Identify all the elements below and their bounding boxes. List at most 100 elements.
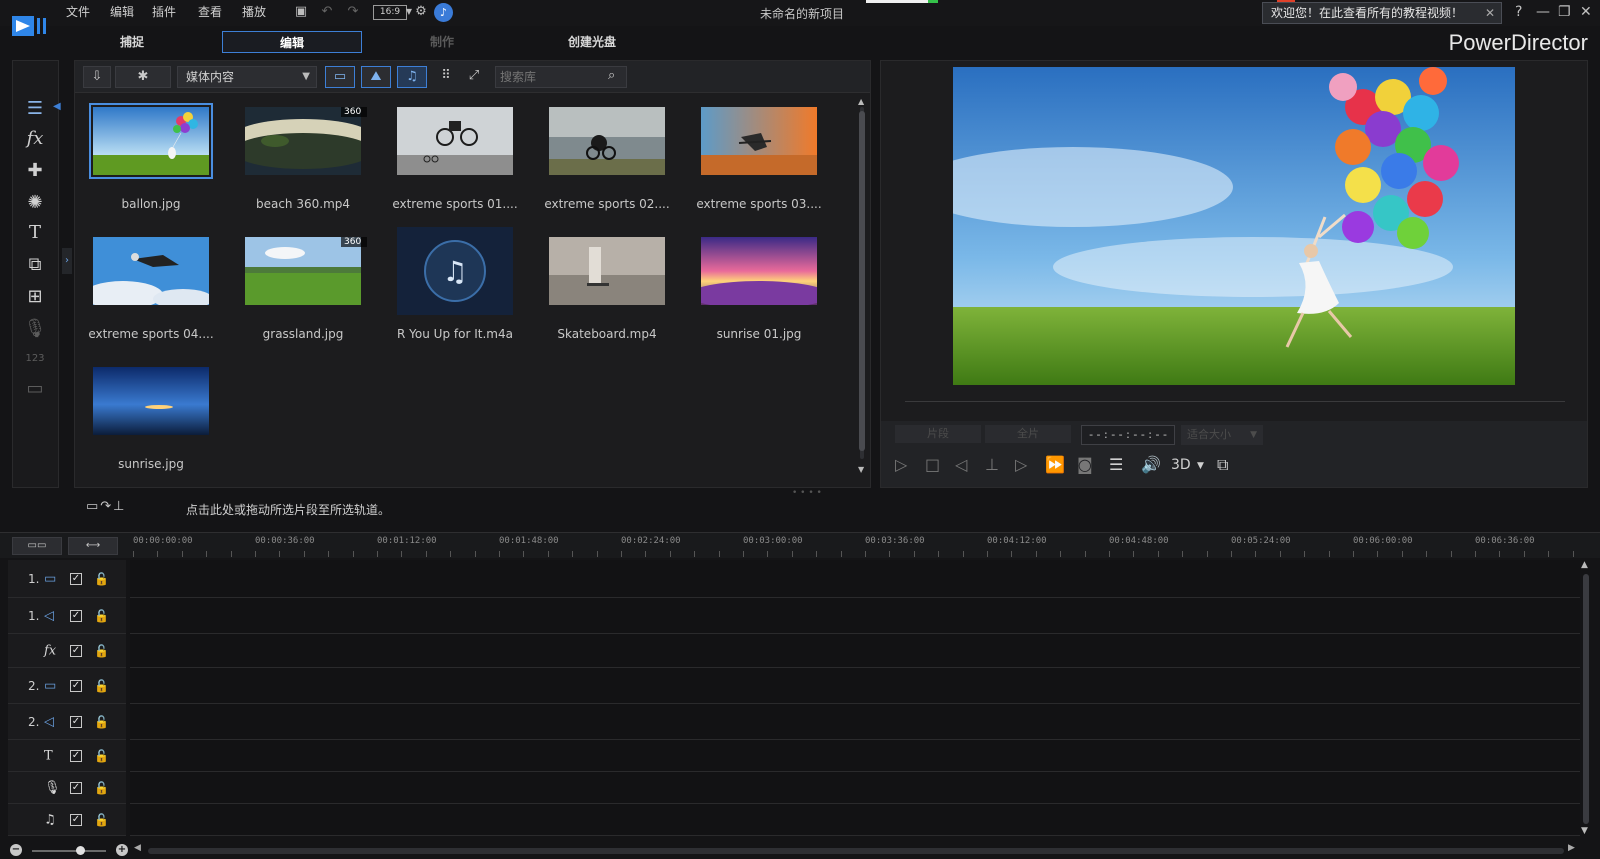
thumbnail-grassland[interactable] xyxy=(245,237,361,305)
lock-icon[interactable]: 🔓 xyxy=(94,609,109,623)
chevron-down-icon[interactable]: ▼ xyxy=(1250,425,1257,445)
grid-view-icon[interactable]: ⠿ xyxy=(435,66,457,88)
welcome-banner[interactable]: 欢迎您！在此查看所有的教程视频！ ✕ xyxy=(1262,2,1502,24)
track-enable-checkbox[interactable]: ✓ xyxy=(70,679,82,692)
lock-icon[interactable]: 🔓 xyxy=(94,749,109,763)
voice-over-room-icon[interactable]: 🎙 xyxy=(23,317,47,341)
filter-audio-button[interactable]: ♫ xyxy=(397,66,427,88)
library-item[interactable]: extreme sports 04.... xyxy=(87,237,215,357)
library-item[interactable]: extreme sports 02.... xyxy=(543,107,671,227)
menu-edit[interactable]: 编辑 xyxy=(110,3,134,20)
thumbnail-beach-360[interactable] xyxy=(245,107,361,175)
track-lane[interactable] xyxy=(130,704,1580,740)
particle-room-icon[interactable]: ✺ xyxy=(23,191,47,215)
scroll-thumb[interactable] xyxy=(1583,574,1589,824)
track-enable-checkbox[interactable]: ✓ xyxy=(70,572,82,585)
clip-mode-button[interactable]: 片段 xyxy=(895,425,981,443)
zoom-slider[interactable] xyxy=(32,850,106,852)
thumbnail-extreme-sports-02[interactable] xyxy=(549,107,665,175)
track-enable-checkbox[interactable]: ✓ xyxy=(70,644,82,657)
scroll-up-icon[interactable]: ▲ xyxy=(858,97,864,106)
insert-options-icon[interactable]: ▭↷⊥ xyxy=(86,499,127,514)
thumbnail-sunrise[interactable] xyxy=(93,367,209,435)
thumbnail-sunrise-01[interactable] xyxy=(701,237,817,305)
scroll-up-icon[interactable]: ▲ xyxy=(1581,560,1588,570)
subtitle-room-icon[interactable]: ▭ xyxy=(23,377,47,401)
thumbnail-extreme-sports-03[interactable] xyxy=(701,107,817,175)
menu-plugins[interactable]: 插件 xyxy=(152,3,176,20)
chevron-down-icon[interactable]: ▼ xyxy=(1197,461,1204,471)
library-item[interactable]: 360 grassland.jpg xyxy=(239,237,367,357)
split-icon[interactable]: ⊥ xyxy=(985,455,999,474)
volume-icon[interactable]: 🔊 xyxy=(1141,455,1161,474)
lock-icon[interactable]: 🔓 xyxy=(94,644,109,658)
fit-timeline-button[interactable]: ⟷ xyxy=(68,537,118,555)
lock-icon[interactable]: 🔓 xyxy=(94,715,109,729)
tab-create-disc[interactable]: 创建光盘 xyxy=(522,31,662,53)
lock-icon[interactable]: 🔓 xyxy=(94,572,109,586)
fit-size-select[interactable]: 适合大小 ▼ xyxy=(1181,425,1263,445)
undo-icon[interactable]: ↶ xyxy=(318,3,336,21)
library-item[interactable]: 360 beach 360.mp4 xyxy=(239,107,367,227)
thumbnail-extreme-sports-04[interactable] xyxy=(93,237,209,305)
menu-file[interactable]: 文件 xyxy=(66,3,90,20)
track-enable-checkbox[interactable]: ✓ xyxy=(70,715,82,728)
close-window-icon[interactable]: ✕ xyxy=(1580,4,1592,20)
zoom-in-icon[interactable]: + xyxy=(116,844,128,856)
menu-view[interactable]: 查看 xyxy=(198,3,222,20)
play-icon[interactable]: ▷ xyxy=(895,455,907,474)
tab-capture[interactable]: 捕捉 xyxy=(62,31,202,53)
thumbnail-audio-r-you-up[interactable]: ♫ xyxy=(397,227,513,315)
stop-icon[interactable]: □ xyxy=(925,455,940,474)
movie-mode-button[interactable]: 全片 xyxy=(985,425,1071,443)
track-lane[interactable] xyxy=(130,772,1580,804)
media-room-icon[interactable]: ☰ xyxy=(23,97,47,121)
menu-playback[interactable]: 播放 xyxy=(242,3,266,20)
welcome-text[interactable]: 欢迎您！在此查看所有的教程视频！ xyxy=(1271,6,1463,20)
lock-icon[interactable]: 🔓 xyxy=(94,813,109,827)
track-lane[interactable] xyxy=(130,740,1580,772)
preview-quality-icon[interactable]: ☰ xyxy=(1109,455,1123,474)
3d-mode-button[interactable]: 3D xyxy=(1171,457,1191,473)
track-enable-checkbox[interactable]: ✓ xyxy=(70,609,82,622)
minimize-icon[interactable]: — xyxy=(1536,4,1550,20)
scroll-right-icon[interactable]: ▶ xyxy=(1568,843,1575,853)
library-item[interactable]: ballon.jpg xyxy=(87,103,215,227)
fx-room-icon[interactable]: fx xyxy=(23,127,47,151)
track-lane[interactable] xyxy=(130,804,1580,836)
pip-room-icon[interactable]: ✚ xyxy=(23,159,47,183)
track-lane[interactable] xyxy=(130,598,1580,634)
timecode-display[interactable]: - - : - - : - - : - - xyxy=(1081,425,1175,445)
library-item[interactable]: extreme sports 01.... xyxy=(391,107,519,227)
restore-icon[interactable]: ❐ xyxy=(1558,4,1571,20)
library-item[interactable]: sunrise.jpg xyxy=(87,367,215,487)
gear-icon[interactable]: ⚙ xyxy=(412,3,430,21)
transition-room-icon[interactable]: ⧉ xyxy=(23,253,47,277)
library-item[interactable]: Skateboard.mp4 xyxy=(543,237,671,357)
library-scrollbar[interactable]: ▲ ▼ xyxy=(858,97,866,479)
tab-edit[interactable]: 编辑 xyxy=(222,31,362,53)
lock-icon[interactable]: 🔓 xyxy=(94,679,109,693)
help-button[interactable]: ? xyxy=(1515,4,1522,20)
search-icon[interactable]: ⌕ xyxy=(608,68,615,83)
scroll-down-icon[interactable]: ▼ xyxy=(858,465,864,474)
chevron-down-icon[interactable]: ▼ xyxy=(302,67,310,87)
track-lane[interactable] xyxy=(130,668,1580,704)
track-lane[interactable] xyxy=(130,634,1580,668)
lock-icon[interactable]: 🔓 xyxy=(94,781,109,795)
timeline-ruler[interactable]: ▭▭ ⟷ 00:00:00:00 00:00:36:00 00:01:12:00… xyxy=(0,532,1600,558)
thumbnail-extreme-sports-01[interactable] xyxy=(397,107,513,175)
notification-bell-icon[interactable]: ♪ xyxy=(434,3,453,22)
timeline-vertical-scrollbar[interactable]: ▲ ▼ xyxy=(1580,560,1592,842)
filter-image-button[interactable]: ⛰ xyxy=(361,66,391,88)
save-icon[interactable]: ▣ xyxy=(292,3,310,21)
snapshot-icon[interactable]: ◙ xyxy=(1077,455,1093,474)
track-lane[interactable] xyxy=(130,560,1580,598)
fit-size-value[interactable]: 适合大小 xyxy=(1187,428,1231,441)
storyboard-view-button[interactable]: ▭▭ xyxy=(12,537,62,555)
scroll-thumb[interactable] xyxy=(859,111,865,451)
scroll-down-icon[interactable]: ▼ xyxy=(1581,826,1588,836)
chapter-room-icon[interactable]: 123 xyxy=(23,347,47,371)
import-media-button[interactable]: ⇩ xyxy=(83,66,111,88)
thumbnail-skateboard[interactable] xyxy=(549,237,665,305)
